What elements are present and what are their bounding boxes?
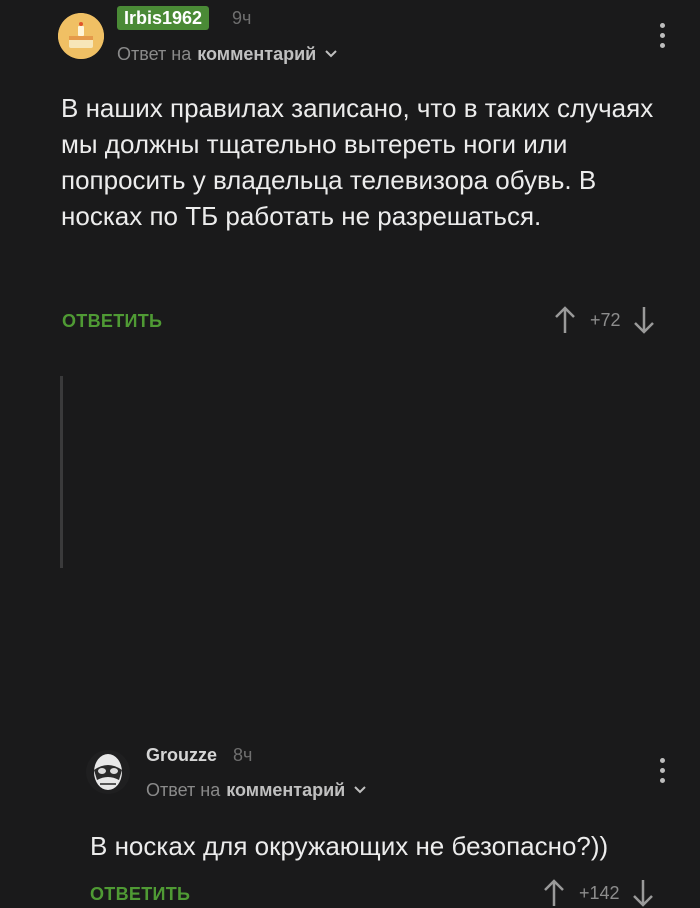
kebab-icon[interactable]	[660, 23, 666, 53]
reply-to-prefix: Ответ на	[146, 780, 221, 800]
reply-to-link[interactable]: Ответ на комментарий	[117, 42, 338, 66]
reply-to-link[interactable]: Ответ на комментарий	[146, 778, 367, 802]
arrow-up-icon[interactable]	[541, 878, 567, 908]
comment-reply: Grouzze 8ч Ответ на комментарий В носках…	[0, 350, 700, 907]
comment-body: В наших правилах записано, что в таких с…	[61, 93, 654, 231]
arrow-down-icon[interactable]	[631, 305, 657, 335]
score: +72	[590, 309, 621, 330]
arrow-up-icon[interactable]	[552, 305, 578, 335]
avatar[interactable]	[86, 750, 130, 794]
cake-icon	[58, 13, 104, 59]
chevron-down-icon[interactable]	[324, 47, 338, 61]
score: +142	[579, 882, 620, 903]
chevron-down-icon[interactable]	[353, 783, 367, 797]
author-name[interactable]: Grouzze	[146, 743, 217, 767]
kebab-icon[interactable]	[660, 758, 666, 788]
comment: Irbis1962 9ч Ответ на комментарий В наши…	[0, 0, 700, 350]
reply-to-prefix: Ответ на	[117, 44, 192, 64]
reply-button[interactable]: ОТВЕТИТЬ	[90, 882, 190, 906]
vote-controls: +142	[541, 878, 656, 908]
comment-body: В носках для окружающих не безопасно?))	[90, 831, 609, 861]
comment-time: 9ч	[232, 8, 252, 28]
mask-icon	[94, 754, 122, 790]
comment-time: 8ч	[233, 745, 253, 765]
avatar[interactable]	[58, 13, 104, 59]
arrow-down-icon[interactable]	[630, 878, 656, 908]
reply-button[interactable]: ОТВЕТИТЬ	[62, 309, 162, 333]
author-name[interactable]: Irbis1962	[117, 6, 210, 30]
vote-controls: +72	[552, 305, 657, 335]
reply-to-target[interactable]: комментарий	[226, 778, 345, 802]
reply-to-target[interactable]: комментарий	[197, 42, 316, 66]
